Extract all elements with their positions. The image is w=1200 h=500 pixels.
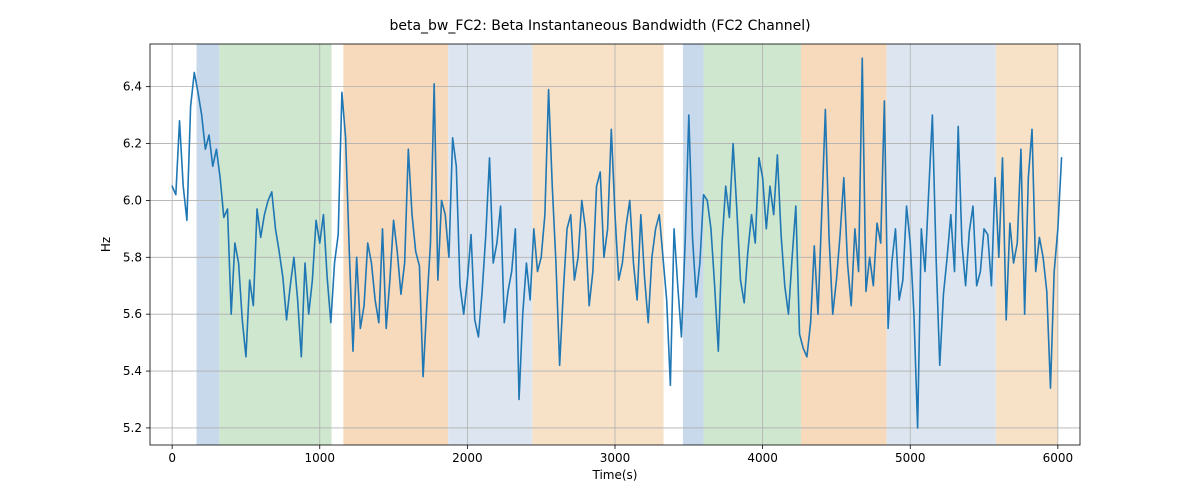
svg-text:6.2: 6.2 (123, 137, 142, 151)
x-axis-label: Time(s) (592, 468, 638, 482)
svg-text:6000: 6000 (1043, 451, 1074, 465)
svg-text:2000: 2000 (452, 451, 483, 465)
svg-text:1000: 1000 (304, 451, 335, 465)
x-axis: 0 1000 2000 3000 4000 5000 6000 (168, 445, 1073, 465)
chart-title: beta_bw_FC2: Beta Instantaneous Bandwidt… (0, 18, 1200, 34)
y-axis: 5.2 5.4 5.6 5.8 6.0 6.2 6.4 (123, 80, 150, 435)
svg-text:5.4: 5.4 (123, 364, 142, 378)
y-axis-label: Hz (99, 237, 113, 252)
svg-text:5.2: 5.2 (123, 421, 142, 435)
svg-text:0: 0 (168, 451, 176, 465)
svg-text:3000: 3000 (600, 451, 631, 465)
svg-text:5.8: 5.8 (123, 250, 142, 264)
svg-text:5000: 5000 (895, 451, 926, 465)
chart-svg: 0100020003000400050006000Time(s)5.25.45.… (0, 0, 1200, 500)
chart-container: beta_bw_FC2: Beta Instantaneous Bandwidt… (0, 0, 1200, 500)
svg-text:4000: 4000 (747, 451, 778, 465)
svg-text:6.4: 6.4 (123, 80, 142, 94)
svg-text:6.0: 6.0 (123, 193, 142, 207)
svg-text:5.6: 5.6 (123, 307, 142, 321)
